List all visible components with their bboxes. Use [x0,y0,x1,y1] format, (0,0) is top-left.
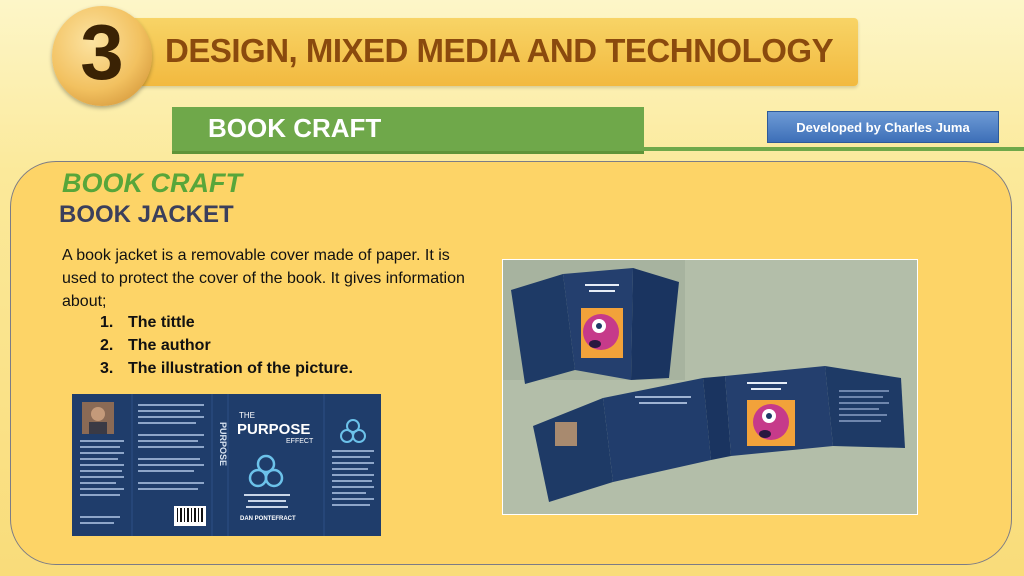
developer-credit-button[interactable]: Developed by Charles Juma [767,111,999,143]
list-item: 3. The illustration of the picture. [100,357,353,380]
list-item-number: 1. [100,314,114,331]
book-jacket-mockup-illustration [503,260,917,514]
list-item-text: The illustration of the picture. [128,360,353,377]
list-item-number: 3. [100,360,114,377]
list-item: 2. The author [100,334,353,357]
book-spine-title: PURPOSE [218,422,228,466]
list-item: 1. The tittle [100,311,353,334]
list-item-number: 2. [100,337,114,354]
book-title-line2: PURPOSE [237,421,310,438]
book-title-line3: EFFECT [286,438,314,445]
book-author: DAN PONTEFRACT [240,516,296,522]
page-title: DESIGN, MIXED MEDIA AND TECHNOLOGY [165,32,834,69]
section-heading: BOOK CRAFT [62,168,242,198]
book-title-line1: THE [239,411,255,420]
book-jacket-mockup-image [502,259,918,515]
subtitle-divider [644,147,1024,151]
page-subtitle: BOOK CRAFT [208,113,382,143]
section-number-badge: 3 [52,6,152,106]
description-paragraph: A book jacket is a removable cover made … [62,247,465,310]
section-number: 3 [80,8,124,96]
book-jacket-flat-image: PURPOSE THE PURPOSE EFFECT DAN PONTEFRAC… [72,394,381,536]
list-item-text: The tittle [128,314,195,331]
list-item-text: The author [128,337,211,354]
section-subheading: BOOK JACKET [59,201,234,228]
info-list: 1. The tittle 2. The author 3. The illustra… [100,311,353,380]
book-jacket-flat-illustration: PURPOSE THE PURPOSE EFFECT DAN PONTEFRAC… [72,394,381,536]
